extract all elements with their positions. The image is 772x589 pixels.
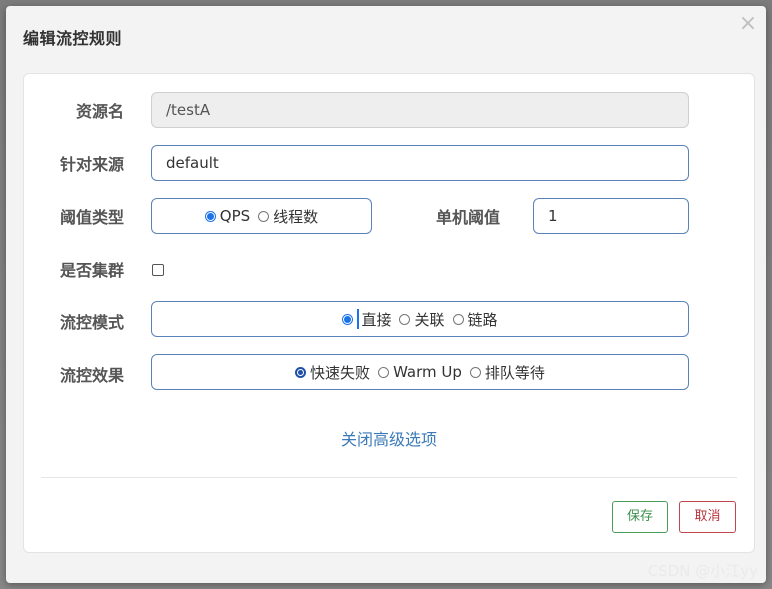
close-icon[interactable]: × [738,12,758,36]
single-threshold-label: 单机阈值 [435,208,500,227]
flow-mode-radio-group: 直接 关联 链路 [151,301,689,337]
source-label: 针对来源 [59,155,124,174]
radio-associate-label: 关联 [414,310,445,329]
flow-mode-label: 流控模式 [59,313,124,332]
radio-checked-icon [204,210,216,222]
source-input[interactable]: default [151,145,689,181]
radio-checked-icon [342,313,354,325]
radio-queue-wait-label: 排队等待 [484,363,545,382]
radio-associate[interactable]: 关联 [399,309,445,330]
radio-checked-icon [295,366,307,378]
radio-chain-label: 链路 [467,310,498,329]
radio-direct[interactable]: 直接 [342,309,391,330]
resource-label: 资源名 [75,102,124,121]
single-threshold-input[interactable]: 1 [533,198,689,234]
radio-qps-label: QPS [219,207,251,225]
save-button[interactable]: 保存 [612,501,668,533]
radio-warm-up[interactable]: Warm Up [378,363,462,381]
radio-chain[interactable]: 链路 [452,309,498,330]
threshold-type-radio-group: QPS 线程数 [151,198,372,234]
cluster-checkbox[interactable] [152,264,164,276]
close-advanced-options-link[interactable]: 关闭高级选项 [24,426,754,450]
flow-effect-radio-group: 快速失败 Warm Up 排队等待 [151,354,689,390]
radio-thread-count[interactable]: 线程数 [258,206,318,227]
radio-unchecked-icon [469,366,481,378]
radio-unchecked-icon [452,313,464,325]
cluster-label: 是否集群 [59,261,124,280]
resource-input: /testA [151,92,689,128]
radio-thread-count-label: 线程数 [273,207,319,226]
radio-fast-fail-label: 快速失败 [310,363,371,382]
flow-effect-label: 流控效果 [59,366,124,385]
csdn-watermark: CSDN @小江yy [647,562,758,580]
edit-flow-rule-dialog: 编辑流控规则 × 资源名 /testA 针对来源 default 阈值类型 QP… [6,6,766,583]
radio-qps[interactable]: QPS [204,207,251,225]
radio-warm-up-label: Warm Up [393,363,462,381]
footer-divider [41,477,737,478]
radio-unchecked-icon [399,313,411,325]
radio-queue-wait[interactable]: 排队等待 [469,362,545,383]
radio-fast-fail[interactable]: 快速失败 [295,362,370,383]
radio-direct-label: 直接 [361,310,392,329]
threshold-type-label: 阈值类型 [59,208,124,227]
dialog-body: 资源名 /testA 针对来源 default 阈值类型 QPS 线程数 单机阈… [23,73,755,553]
focus-caret [357,309,360,329]
cancel-button[interactable]: 取消 [679,501,736,533]
radio-unchecked-icon [378,366,390,378]
radio-unchecked-icon [258,210,270,222]
dialog-title: 编辑流控规则 [23,29,123,48]
